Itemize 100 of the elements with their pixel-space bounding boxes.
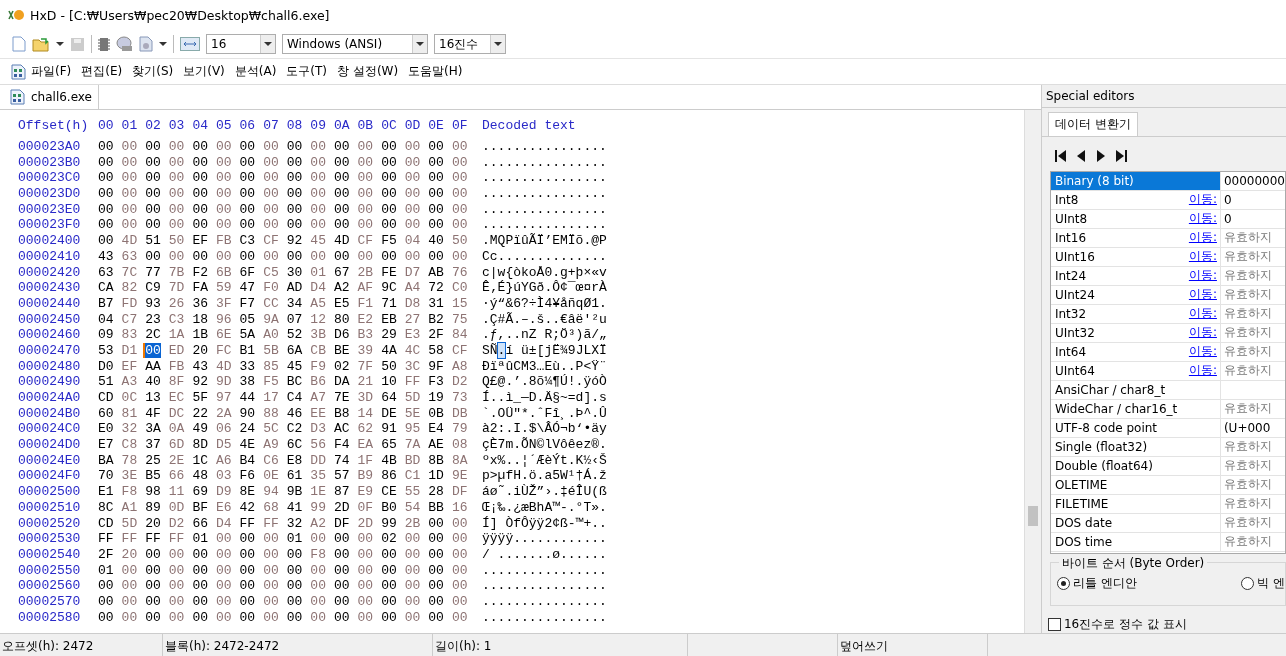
hex-byte[interactable]: 46 [286,405,311,421]
hex-byte[interactable]: 00 [263,248,287,264]
hex-byte[interactable]: 00 [192,562,216,578]
hex-byte[interactable]: 00 [286,609,311,625]
hex-byte[interactable]: CD [98,390,122,406]
hex-byte[interactable]: 1E [310,484,334,500]
hex-byte[interactable]: 00 [121,609,146,625]
hex-byte[interactable]: 00 [263,593,287,609]
hex-byte[interactable]: B2 [428,311,452,327]
hex-byte[interactable]: 00 [428,515,452,531]
hex-byte[interactable]: 3E [121,468,146,484]
hex-byte[interactable]: 00 [381,562,405,578]
hex-byte[interactable]: 00 [310,531,334,547]
hex-byte[interactable]: 37 [145,437,169,453]
hex-byte[interactable]: AD [286,280,311,296]
hex-byte[interactable]: 00 [381,201,405,217]
radio-label[interactable]: 리틀 엔디안 [1072,575,1137,593]
hex-byte[interactable]: 1F [357,452,382,468]
hex-byte[interactable]: 00 [404,578,429,594]
hex-byte[interactable]: 0B [428,405,452,421]
hex-byte[interactable]: 2F [98,546,122,562]
hex-byte[interactable]: 00 [381,154,405,170]
hex-byte[interactable]: 1C [192,452,216,468]
hex-byte[interactable]: 00 [239,170,264,186]
hex-byte[interactable]: C0 [451,280,476,296]
hex-byte[interactable]: 00 [381,217,405,233]
hex-byte[interactable]: C9 [145,280,169,296]
hex-byte[interactable]: 00 [404,562,429,578]
hex-byte[interactable]: B0 [381,499,405,515]
hex-byte[interactable]: 00 [98,170,122,186]
hex-byte[interactable]: 01 [98,562,122,578]
hex-byte[interactable]: D1 [121,342,146,358]
hex-byte[interactable]: 00 [168,562,193,578]
hex-byte[interactable]: B1 [239,342,264,358]
hex-byte[interactable]: 00 [404,217,429,233]
hex-byte[interactable]: 80 [333,311,358,327]
hex-byte[interactable]: AC [333,421,358,437]
hex-byte[interactable]: 50 [381,358,405,374]
hex-byte[interactable]: 00 [310,139,334,155]
hex-byte[interactable]: 00 [263,531,287,547]
hex-byte[interactable]: 20 [121,546,146,562]
hex-byte[interactable]: 5E [404,405,429,421]
hex-byte[interactable]: 63 [121,248,146,264]
hex-byte[interactable]: 00 [451,217,476,233]
hex-byte[interactable]: 00 [98,186,122,202]
hex-byte[interactable]: 00 [168,139,193,155]
hex-byte[interactable]: 94 [263,484,287,500]
hex-byte[interactable]: 43 [192,358,216,374]
hex-byte[interactable]: 7A [404,437,429,453]
hex-byte[interactable]: 16 [451,499,476,515]
hex-byte[interactable]: CC [263,295,287,311]
caret-icon[interactable] [56,41,64,47]
hex-byte[interactable]: 00 [404,609,429,625]
hex-byte[interactable]: 00 [168,186,193,202]
hex-byte[interactable]: AB [428,264,452,280]
hex-byte[interactable]: 00 [239,593,264,609]
hex-byte[interactable]: 6A [286,342,311,358]
hex-byte[interactable]: 00 [168,217,193,233]
hex-byte[interactable]: 48 [192,468,216,484]
hex-byte[interactable]: 65 [381,437,405,453]
hex-byte[interactable]: 00 [428,217,452,233]
hex-byte[interactable]: 00 [357,186,382,202]
hex-byte[interactable]: FF [145,531,169,547]
hex-byte[interactable]: 00 [168,201,193,217]
hex-byte[interactable]: 00 [263,217,287,233]
hex-byte[interactable]: 00 [428,531,452,547]
menu-item[interactable]: 도구(T) [281,63,333,80]
hex-byte[interactable]: 98 [145,484,169,500]
hex-byte[interactable]: 15 [451,295,476,311]
hex-byte[interactable]: 08 [451,437,476,453]
hex-byte[interactable]: 58 [428,342,452,358]
hex-byte[interactable]: 00 [121,593,146,609]
hex-byte[interactable]: 01 [286,531,311,547]
disk-icon[interactable] [116,36,133,52]
hex-byte[interactable]: F3 [428,374,452,390]
hex-byte[interactable]: 00 [239,609,264,625]
hex-byte[interactable]: C5 [263,264,287,280]
hex-byte[interactable]: F1 [357,295,382,311]
hex-byte[interactable]: 01 [192,531,216,547]
hex-byte[interactable]: 2B [404,515,429,531]
hex-byte[interactable]: 00 [192,201,216,217]
hex-byte[interactable]: 45 [310,233,334,249]
hex-byte[interactable]: 09 [98,327,122,343]
hex-byte[interactable]: 00 [145,248,169,264]
hex-byte[interactable]: A1 [121,499,146,515]
hex-byte[interactable]: 56 [310,437,334,453]
hex-byte[interactable]: 00 [310,248,334,264]
go-to-link[interactable]: 이동: [1188,210,1217,228]
hex-byte[interactable]: FF [239,515,264,531]
hex-byte[interactable]: 00 [451,515,476,531]
hex-byte[interactable]: 88 [263,405,287,421]
hex-byte[interactable]: 50 [451,233,476,249]
hex-byte[interactable]: 00 [451,186,476,202]
hex-byte[interactable]: 00 [286,154,311,170]
hex-byte[interactable]: 25 [145,452,169,468]
hex-byte[interactable]: BF [192,499,216,515]
hex-byte[interactable]: 00 [286,201,311,217]
hex-byte[interactable]: 00 [404,186,429,202]
hex-byte[interactable]: 00 [381,139,405,155]
hex-byte[interactable]: 00 [192,139,216,155]
